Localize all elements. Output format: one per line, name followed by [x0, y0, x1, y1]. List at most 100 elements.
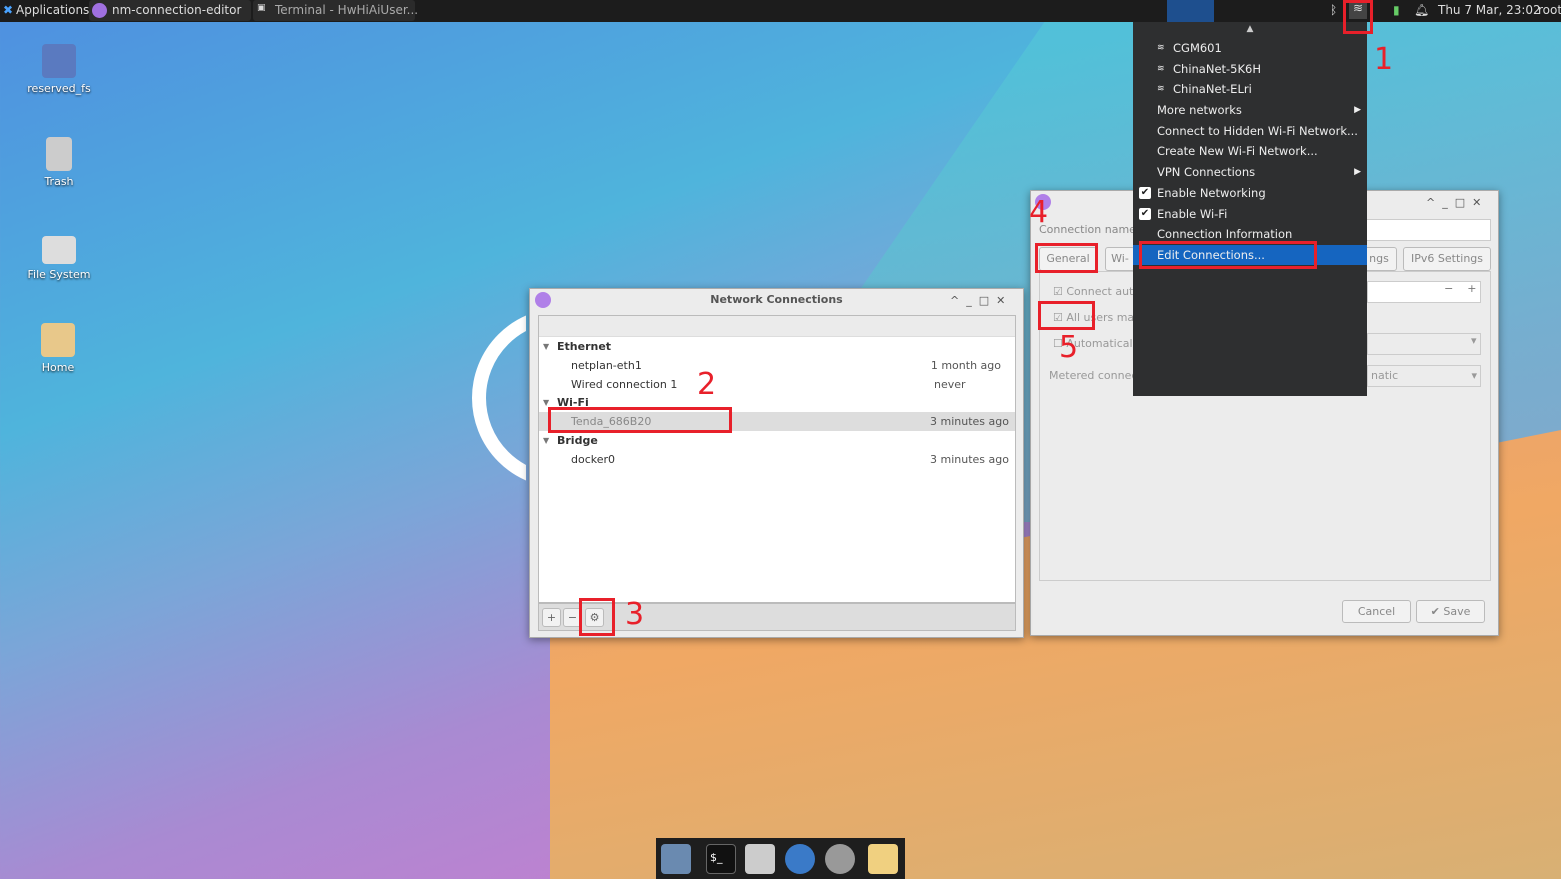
label: Home [41, 361, 75, 374]
annotation-number: 5 [1059, 330, 1079, 365]
nm-app-icon [92, 3, 107, 18]
label: Trash [44, 175, 74, 188]
bluetooth-icon[interactable]: ᛒ [1330, 3, 1337, 17]
menu-vpn-connections[interactable]: VPN Connections ▶ [1133, 162, 1367, 182]
desktop-icon-trash[interactable]: Trash [14, 137, 104, 188]
connection-name: netplan-eth1 [571, 359, 642, 372]
window-controls[interactable]: ^ _ □ ✕ [1426, 196, 1481, 209]
user-menu[interactable]: root [1538, 3, 1561, 17]
expander-icon: ▼ [543, 436, 550, 445]
last-used: 3 minutes ago [930, 453, 1009, 466]
show-desktop-icon[interactable] [661, 844, 691, 874]
group-label: Ethernet [557, 340, 612, 353]
tab-ipv6[interactable]: IPv6 Settings [1403, 247, 1491, 271]
connection-list: ▼ Ethernet netplan-eth1 1 month ago Wired … [538, 315, 1016, 603]
annotation-number: 3 [625, 597, 645, 632]
checkbox-checked-icon: ✔ [1139, 208, 1151, 220]
network-applet-menu: ▲ ≋ CGM601 ≋ ChinaNet-5K6H ≋ ChinaNet-ELri … [1133, 22, 1367, 396]
annotation-number: 2 [697, 367, 717, 402]
checkbox-checked-icon: ✔ [1139, 187, 1151, 199]
annotation-number: 4 [1029, 195, 1049, 230]
task-label: nm-connection-editor [112, 3, 242, 17]
task-nm-connection-editor[interactable]: nm-connection-editor [89, 0, 251, 21]
metered-label: Metered connec [1049, 369, 1138, 382]
menu-enable-wifi[interactable]: ✔ Enable Wi-Fi [1133, 204, 1367, 224]
submenu-arrow-icon: ▶ [1354, 105, 1361, 115]
annotation-box-2 [548, 407, 732, 433]
label: File System [27, 268, 91, 281]
annotation-box-3 [579, 598, 615, 636]
list-item[interactable]: Wired connection 1 never [539, 375, 1015, 394]
wifi-signal-icon: ≋ [1157, 64, 1165, 74]
wifi-signal-icon: ≋ [1157, 43, 1165, 53]
label: ChinaNet-ELri [1173, 82, 1252, 96]
notification-bell-icon[interactable]: 🔔︎ [1414, 3, 1429, 17]
priority-spinner[interactable]: − + [1367, 281, 1481, 303]
file-manager-icon[interactable] [868, 844, 898, 874]
metered-value: natic [1371, 369, 1399, 382]
annotation-box-4 [1035, 243, 1098, 273]
desktop-icon-home[interactable]: Home [13, 323, 103, 374]
menu-more-networks[interactable]: More networks ▶ [1133, 100, 1367, 120]
workspace-switcher[interactable] [1167, 0, 1214, 22]
last-used: 3 minutes ago [930, 415, 1009, 428]
terminal-icon[interactable]: $_ [706, 844, 736, 874]
trash-icon [46, 137, 72, 171]
cancel-button[interactable]: Cancel [1342, 600, 1411, 623]
applications-menu[interactable]: Applications [16, 3, 89, 17]
menu-create-network[interactable]: Create New Wi-Fi Network... [1133, 141, 1367, 161]
add-connection-button[interactable]: + [542, 608, 561, 627]
desktop-icon-file-system[interactable]: File System [14, 230, 104, 281]
label: ChinaNet-5K6H [1173, 62, 1262, 76]
search-icon[interactable] [825, 844, 855, 874]
scroll-up-arrow[interactable]: ▲ [1133, 22, 1367, 34]
battery-icon[interactable]: ▮ [1393, 3, 1400, 17]
web-browser-icon[interactable] [785, 844, 815, 874]
label: More networks [1157, 103, 1242, 117]
list-item[interactable]: netplan-eth1 1 month ago [539, 356, 1015, 375]
label: Enable Networking [1157, 186, 1266, 200]
group-bridge[interactable]: ▼ Bridge [539, 431, 1015, 450]
list-header [539, 316, 1015, 337]
desktop-icon-reserved-fs[interactable]: reserved_fs [14, 44, 104, 95]
tab-wifi[interactable]: Wi- [1105, 247, 1135, 271]
home-folder-icon [41, 323, 75, 357]
submenu-arrow-icon: ▶ [1354, 167, 1361, 177]
connection-name-label: Connection name [1039, 223, 1136, 236]
dock: $_ [656, 838, 905, 879]
save-button[interactable]: ✔ Save [1416, 600, 1485, 623]
annotation-box-edit-connections [1139, 241, 1317, 269]
task-label: Terminal - HwHiAiUser... [275, 3, 419, 17]
annotation-box-5 [1038, 301, 1095, 330]
last-used: never [934, 378, 966, 391]
task-terminal[interactable]: ▣ Terminal - HwHiAiUser... [253, 0, 419, 21]
menu-enable-networking[interactable]: ✔ Enable Networking [1133, 183, 1367, 203]
label: Connect aut [1066, 285, 1134, 298]
menu-connect-hidden[interactable]: Connect to Hidden Wi-Fi Network... [1133, 121, 1367, 141]
connection-name-input[interactable] [1361, 219, 1491, 241]
menu-network-cgm601[interactable]: ≋ CGM601 [1133, 38, 1367, 58]
annotation-number: 1 [1374, 42, 1394, 77]
wifi-signal-icon: ≋ [1157, 84, 1165, 94]
list-item[interactable]: docker0 3 minutes ago [539, 450, 1015, 469]
clock[interactable]: Thu 7 Mar, 23:02 [1438, 3, 1541, 17]
menu-network-chinanet-5k6h[interactable]: ≋ ChinaNet-5K6H [1133, 59, 1367, 79]
xfce-icon: ✖ [3, 3, 14, 17]
window-controls[interactable]: ^ _ □ ✕ [950, 294, 1005, 307]
firewall-zone-dropdown[interactable]: ▾ [1367, 333, 1481, 355]
connect-auto-checkbox[interactable]: ☑ Connect aut [1053, 285, 1133, 298]
connection-name: docker0 [571, 453, 616, 466]
group-ethernet[interactable]: ▼ Ethernet [539, 337, 1015, 356]
metered-dropdown[interactable]: natic ▾ [1367, 365, 1481, 387]
home-folder-icon[interactable] [745, 844, 775, 874]
label: reserved_fs [27, 82, 91, 95]
top-panel: ✖ Applications nm-connection-editor ▣ Te… [0, 0, 1561, 22]
drive-icon [42, 236, 76, 264]
label: VPN Connections [1157, 165, 1256, 179]
label: CGM601 [1173, 41, 1222, 55]
last-used: 1 month ago [930, 359, 1001, 372]
label: Enable Wi-Fi [1157, 207, 1228, 221]
expander-icon: ▼ [543, 342, 550, 351]
menu-network-chinanet-elri[interactable]: ≋ ChinaNet-ELri [1133, 79, 1367, 99]
connection-name: Wired connection 1 [571, 378, 678, 391]
